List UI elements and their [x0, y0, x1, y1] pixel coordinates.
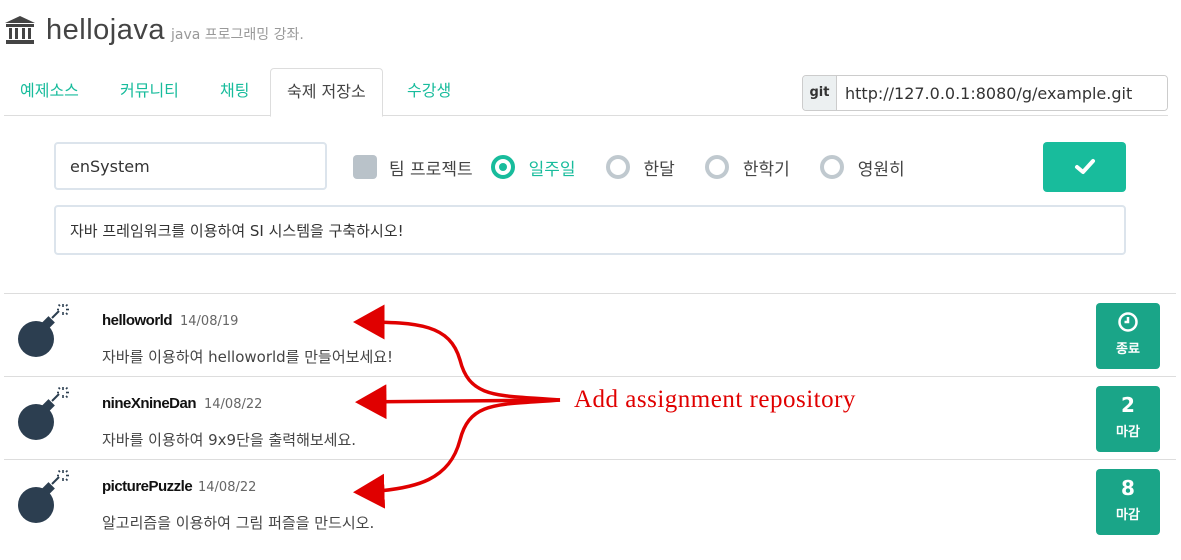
git-url-field[interactable] [837, 76, 1167, 110]
badge-days-remaining: 2 [1121, 393, 1135, 417]
header: hellojava java 프로그래밍 강좌. [4, 10, 304, 50]
assignment-title[interactable]: nineXnineDan [102, 395, 197, 412]
tab-example-source[interactable]: 예제소스 [4, 68, 95, 116]
radio-label-one-month[interactable]: 한달 [644, 155, 675, 180]
team-project-label[interactable]: 팀 프로젝트 [389, 155, 473, 180]
status-badge[interactable]: 8 마감 [1096, 469, 1160, 535]
clock-icon [1118, 312, 1138, 332]
git-addon-label: git [803, 76, 837, 110]
radio-forever[interactable] [819, 155, 844, 179]
git-url-group: git [802, 75, 1168, 111]
assignment-row[interactable]: helloworld 14/08/19 자바를 이용하여 helloworld를… [4, 293, 1176, 376]
assignment-description: 알고리즘을 이용하여 그림 퍼즐을 만드시오. [102, 514, 375, 532]
tagline: java 프로그래밍 강좌. [170, 27, 304, 43]
assignment-title[interactable]: picturePuzzle [102, 478, 193, 495]
badge-label: 마감 [1116, 508, 1140, 523]
assignment-description: 자바를 이용하여 9x9단을 출력해보세요. [102, 431, 357, 449]
assignment-date: 14/08/22 [204, 397, 263, 412]
bomb-icon [18, 304, 69, 357]
badge-label: 종료 [1116, 342, 1140, 357]
radio-one-semester[interactable] [704, 155, 729, 179]
submit-button[interactable] [1043, 142, 1126, 192]
assignment-title[interactable]: helloworld [102, 312, 173, 329]
status-badge[interactable]: 종료 [1096, 303, 1160, 369]
assignment-date: 14/08/19 [180, 314, 239, 329]
team-project-checkbox[interactable] [353, 155, 377, 179]
radio-label-one-semester[interactable]: 한학기 [743, 155, 790, 180]
brand-name[interactable]: hellojava [46, 14, 165, 47]
radio-one-month[interactable] [605, 155, 630, 179]
bomb-icon [18, 387, 69, 440]
assignment-row[interactable]: picturePuzzle 14/08/22 알고리즘을 이용하여 그림 퍼즐을… [4, 459, 1176, 542]
assignment-date: 14/08/22 [198, 480, 257, 495]
badge-label: 마감 [1116, 425, 1140, 440]
tab-students[interactable]: 수강생 [391, 68, 467, 116]
badge-days-remaining: 8 [1121, 476, 1135, 500]
bomb-icon [18, 470, 69, 523]
annotation-label: Add assignment repository [574, 386, 856, 413]
bank-icon [5, 16, 35, 44]
tab-chat[interactable]: 채팅 [204, 68, 265, 116]
radio-label-forever[interactable]: 영원히 [858, 155, 905, 180]
tab-homework-repository[interactable]: 숙제 저장소 [270, 68, 383, 117]
radio-one-week[interactable] [490, 155, 515, 179]
options-row: 팀 프로젝트 일주일 한달 한학기 영원히 [353, 150, 923, 184]
repository-name-input[interactable] [54, 142, 327, 190]
assignment-description-input[interactable] [54, 205, 1126, 255]
radio-label-one-week[interactable]: 일주일 [529, 155, 576, 180]
assignment-description: 자바를 이용하여 helloworld를 만들어보세요! [102, 348, 394, 366]
tab-community[interactable]: 커뮤니티 [104, 68, 195, 116]
status-badge[interactable]: 2 마감 [1096, 386, 1160, 452]
checkmark-icon [1074, 159, 1095, 174]
